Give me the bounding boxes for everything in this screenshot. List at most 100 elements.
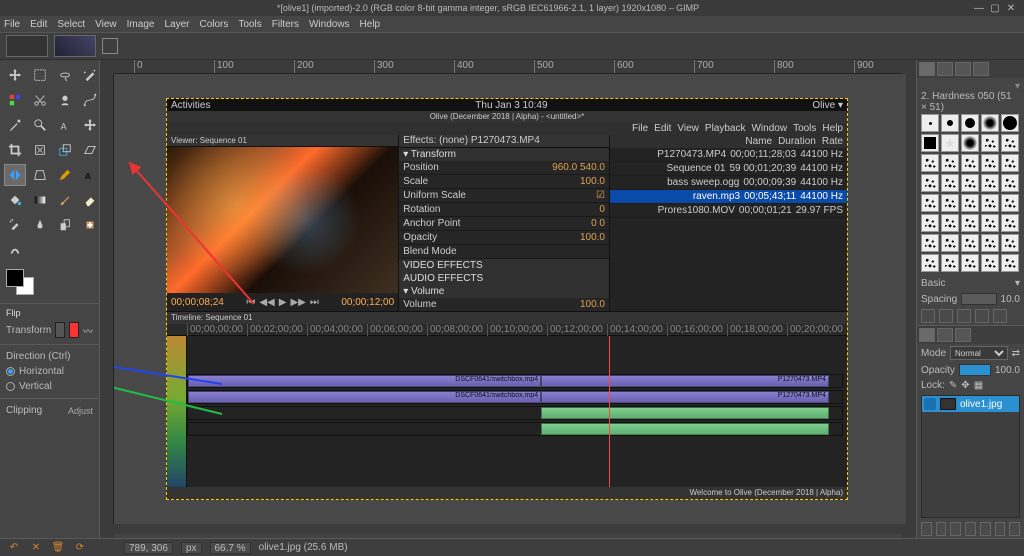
transform-path-icon[interactable]: 〰: [83, 323, 93, 338]
brush-preset[interactable]: [961, 214, 979, 232]
brush-preset[interactable]: [921, 254, 939, 272]
brush-preset[interactable]: [981, 154, 999, 172]
maximize-button[interactable]: ▢: [988, 3, 1002, 13]
mode-select[interactable]: Normal: [950, 346, 1008, 360]
menu-file[interactable]: File: [4, 19, 20, 30]
tool-perspective[interactable]: [29, 164, 51, 186]
brush-preset[interactable]: [961, 154, 979, 172]
image-tab-2[interactable]: [54, 35, 96, 57]
layer-new-icon[interactable]: [921, 522, 932, 536]
tool-measure[interactable]: [79, 114, 101, 136]
brush-preset[interactable]: ★: [941, 134, 959, 152]
layer-item[interactable]: olive1.jpg: [922, 396, 1019, 412]
tool-clone[interactable]: [54, 214, 76, 236]
refresh-icon[interactable]: ⟳: [72, 541, 88, 555]
tool-gradient[interactable]: [29, 189, 51, 211]
tool-color-select[interactable]: [4, 89, 26, 111]
delete-icon[interactable]: 🗑: [50, 541, 66, 555]
brush-preset[interactable]: [1001, 174, 1019, 192]
layer-merge-icon[interactable]: [995, 522, 1006, 536]
status-zoom[interactable]: 66.7 %: [210, 542, 251, 554]
brush-preset[interactable]: [921, 114, 939, 132]
brush-preset[interactable]: [1001, 194, 1019, 212]
tab-history[interactable]: [973, 62, 989, 76]
tab-config-icon[interactable]: [102, 38, 118, 54]
tool-eraser[interactable]: [79, 189, 101, 211]
tool-paintbrush[interactable]: [54, 189, 76, 211]
brush-preset[interactable]: [961, 254, 979, 272]
brush-preset[interactable]: [961, 194, 979, 212]
close-button[interactable]: ✕: [1004, 3, 1018, 13]
nav-corner-br[interactable]: [902, 524, 916, 538]
brush-preset[interactable]: [941, 114, 959, 132]
ruler-origin[interactable]: [100, 60, 114, 74]
tool-pencil[interactable]: [54, 164, 76, 186]
brush-preset[interactable]: [921, 154, 939, 172]
lock-pixels-icon[interactable]: ✎: [949, 380, 957, 391]
tab-fonts[interactable]: [955, 62, 971, 76]
tool-scale[interactable]: [54, 139, 76, 161]
layer-down-icon[interactable]: [965, 522, 976, 536]
brush-refresh-icon[interactable]: [993, 309, 1007, 323]
scrollbar-vertical[interactable]: [906, 74, 916, 524]
layer-group-icon[interactable]: [936, 522, 947, 536]
tool-ink[interactable]: [29, 214, 51, 236]
brush-preset[interactable]: [961, 134, 979, 152]
tool-shear[interactable]: [79, 139, 101, 161]
status-unit[interactable]: px: [181, 542, 202, 554]
brush-preset[interactable]: [941, 174, 959, 192]
tool-zoom[interactable]: [29, 114, 51, 136]
spacing-slider[interactable]: [961, 293, 996, 305]
tool-bucket[interactable]: [4, 189, 26, 211]
brush-preset[interactable]: [921, 234, 939, 252]
tool-text[interactable]: A: [54, 114, 76, 136]
brush-dup-icon[interactable]: [957, 309, 971, 323]
tool-scissors[interactable]: [29, 89, 51, 111]
clipping-adjust[interactable]: Adjust: [68, 406, 93, 416]
tab-paths[interactable]: [955, 328, 971, 342]
brush-preset[interactable]: [1001, 214, 1019, 232]
menu-layer[interactable]: Layer: [164, 19, 189, 30]
brush-preset[interactable]: [981, 134, 999, 152]
brush-preset[interactable]: [941, 214, 959, 232]
layer-del-icon[interactable]: [1009, 522, 1020, 536]
brush-new-icon[interactable]: [939, 309, 953, 323]
tool-move[interactable]: [4, 64, 26, 86]
transform-mode-icon[interactable]: [55, 322, 65, 338]
tool-airbrush[interactable]: [4, 214, 26, 236]
brush-preset[interactable]: [1001, 254, 1019, 272]
ruler-vertical[interactable]: [100, 74, 114, 524]
brush-preset[interactable]: [941, 254, 959, 272]
menu-edit[interactable]: Edit: [30, 19, 47, 30]
ruler-horizontal[interactable]: 0100200300400500600700800900: [114, 60, 902, 74]
menu-view[interactable]: View: [95, 19, 117, 30]
layer-up-icon[interactable]: [950, 522, 961, 536]
brush-preset[interactable]: [1001, 234, 1019, 252]
tool-foreground-select[interactable]: [54, 89, 76, 111]
tool-free-select[interactable]: [54, 64, 76, 86]
brush-preset[interactable]: [1001, 154, 1019, 172]
menu-select[interactable]: Select: [57, 19, 85, 30]
menu-filters[interactable]: Filters: [272, 19, 299, 30]
brush-preset[interactable]: [981, 174, 999, 192]
menu-windows[interactable]: Windows: [309, 19, 350, 30]
tab-channels[interactable]: [937, 328, 953, 342]
brush-preset[interactable]: [981, 234, 999, 252]
image-canvas[interactable]: Activities Thu Jan 3 10:49 Olive ▾ Olive…: [166, 98, 848, 500]
brush-preset[interactable]: [981, 254, 999, 272]
tab-brushes[interactable]: [919, 62, 935, 76]
brush-preset[interactable]: [921, 134, 939, 152]
tool-rect-select[interactable]: [29, 64, 51, 86]
tool-flip[interactable]: [4, 164, 26, 186]
fg-bg-colors[interactable]: [6, 269, 42, 299]
viewport[interactable]: Activities Thu Jan 3 10:49 Olive ▾ Olive…: [114, 74, 906, 524]
opacity-slider[interactable]: [959, 364, 991, 376]
minimize-button[interactable]: —: [972, 3, 986, 13]
direction-horizontal[interactable]: Horizontal: [6, 366, 93, 377]
transform-color-swatch[interactable]: [69, 322, 79, 338]
redo-icon[interactable]: ✕: [28, 541, 44, 555]
brush-preset[interactable]: [1001, 114, 1019, 132]
undo-icon[interactable]: ↶: [6, 541, 22, 555]
tool-crop[interactable]: [4, 139, 26, 161]
brush-preset[interactable]: [961, 114, 979, 132]
